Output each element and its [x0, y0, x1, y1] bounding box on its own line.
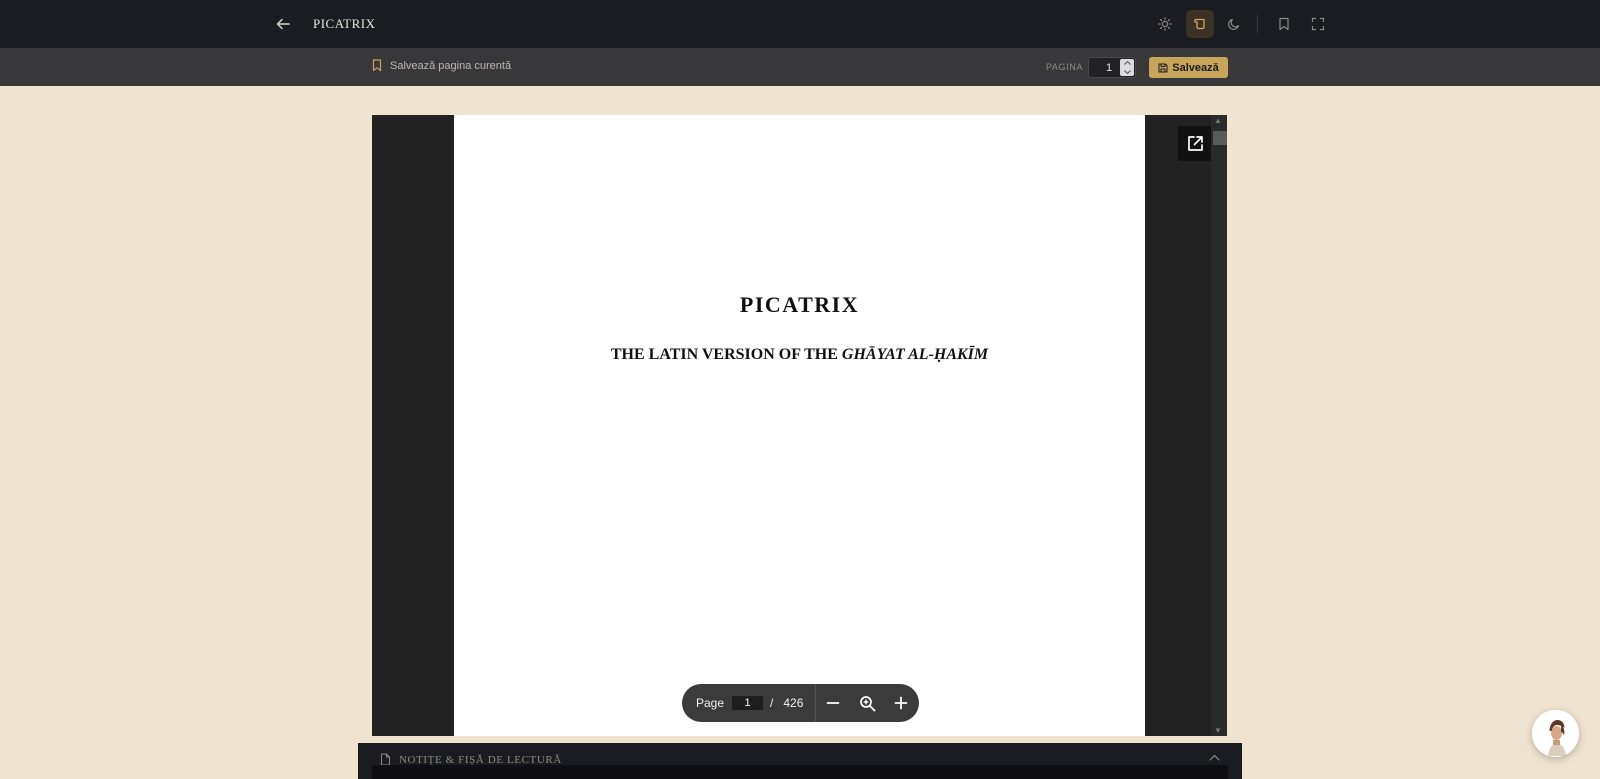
zoom-out-button[interactable]: [816, 684, 850, 722]
plus-icon: [895, 696, 908, 710]
app-title: PICATRIX: [313, 16, 376, 31]
page-number-value: 1: [1106, 61, 1113, 74]
pdf-total-pages: 426: [783, 696, 804, 710]
zoom-in-button[interactable]: [884, 684, 918, 722]
zoom-icon: [860, 695, 876, 711]
chevron-down-icon: [1123, 69, 1131, 74]
pdf-page-separator: /: [770, 696, 774, 710]
notes-panel: NOTIȚE & FIȘĂ DE LECTURĂ: [358, 743, 1242, 779]
notes-panel-body: [372, 765, 1228, 779]
scroll-down-arrow-icon[interactable]: ▼: [1214, 726, 1222, 735]
open-external-icon: [1188, 136, 1203, 151]
document-title: PICATRIX: [739, 292, 860, 317]
bookmark-icon: [372, 59, 382, 72]
back-button[interactable]: [272, 13, 294, 35]
save-current-page-label: Salvează pagina curentă: [390, 59, 512, 72]
back-arrow-icon: [276, 18, 290, 30]
page-number-input[interactable]: 1: [1088, 57, 1136, 78]
avatar: [1532, 710, 1579, 757]
zoom-button[interactable]: [850, 684, 884, 722]
bookmark-icon: [1279, 17, 1289, 31]
fullscreen-icon: [1311, 17, 1325, 31]
reading-progress-bar: Salvează pagina curentă PAGINA 1 Salveaz…: [0, 48, 1600, 86]
sun-icon: [1158, 17, 1172, 31]
pdf-viewer: PICATRIX THE LATIN VERSION OF THE GHĀYAT…: [372, 115, 1227, 736]
sepia-theme-button[interactable]: [1186, 10, 1214, 38]
moon-icon: [1228, 18, 1240, 30]
top-bar: PICATRIX: [0, 0, 1600, 48]
chevron-up-icon: [1123, 61, 1131, 66]
document-subtitle: THE LATIN VERSION OF THE GHĀYAT AL-ḤAKĪM: [454, 346, 1145, 364]
viewer-scrollbar[interactable]: ▲ ▼: [1211, 115, 1227, 736]
assistant-avatar-button[interactable]: [1532, 710, 1579, 757]
dark-theme-button[interactable]: [1220, 10, 1248, 38]
minus-icon: [827, 702, 840, 704]
page-stepper[interactable]: [1120, 59, 1134, 76]
chevron-up-icon[interactable]: [1209, 754, 1220, 761]
document-subtitle-plain: THE LATIN VERSION OF THE: [610, 346, 842, 363]
pdf-page-label: Page: [696, 696, 725, 710]
document-subtitle-italic: GHĀYAT AL-ḤAKĪM: [841, 346, 989, 363]
pdf-page-input[interactable]: 1: [732, 696, 764, 710]
toolbar-divider: [1257, 15, 1258, 33]
scroll-icon: [1194, 18, 1205, 30]
page-label: PAGINA: [1046, 62, 1083, 72]
pdf-page: PICATRIX THE LATIN VERSION OF THE GHĀYAT…: [454, 115, 1145, 736]
bookmark-button[interactable]: [1270, 10, 1298, 38]
save-icon: [1158, 63, 1168, 72]
save-current-page-link[interactable]: Salvează pagina curentă: [372, 59, 511, 72]
save-button[interactable]: Salvează: [1149, 57, 1228, 78]
light-theme-button[interactable]: [1151, 10, 1179, 38]
pdf-page-toolbar: Page 1 / 426: [682, 684, 919, 722]
save-button-label: Salvează: [1172, 61, 1219, 74]
notes-panel-title: NOTIȚE & FIȘĂ DE LECTURĂ: [399, 753, 562, 766]
scroll-up-arrow-icon[interactable]: ▲: [1214, 116, 1222, 125]
open-external-button[interactable]: [1178, 126, 1213, 161]
scrollbar-thumb[interactable]: [1213, 131, 1227, 145]
fullscreen-button[interactable]: [1304, 10, 1332, 38]
